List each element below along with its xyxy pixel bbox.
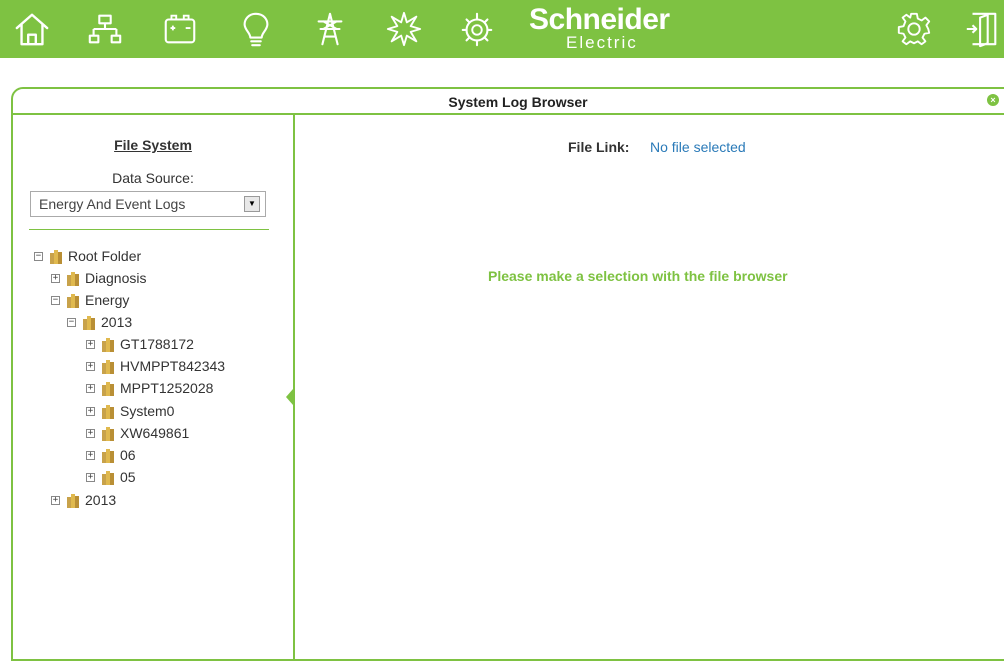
tree-item[interactable]: + GT1788172	[86, 334, 194, 354]
system-log-browser-window: System Log Browser × File System Data So…	[11, 87, 1004, 661]
folder-icon	[67, 271, 79, 286]
data-source-value: Energy And Event Logs	[39, 196, 186, 212]
power-tower-icon[interactable]	[310, 9, 350, 49]
tree-item[interactable]: + MPPT1252028	[86, 378, 213, 398]
tree-item-label: XW649861	[120, 425, 190, 441]
data-source-select[interactable]: Energy And Event Logs ▼	[30, 191, 266, 217]
tree-item[interactable]: + 06	[86, 445, 136, 465]
tree-item-label: HVMPPT842343	[120, 358, 226, 374]
folder-icon	[102, 426, 114, 441]
battery-icon[interactable]	[160, 9, 200, 49]
tree-item-label: System0	[120, 403, 175, 419]
folder-icon	[67, 493, 79, 508]
file-system-pane: File System Data Source: Energy And Even…	[13, 115, 295, 659]
file-system-title: File System	[114, 137, 192, 153]
logout-icon[interactable]	[962, 9, 1002, 49]
expand-icon[interactable]: +	[86, 406, 95, 416]
collapse-icon[interactable]: −	[67, 317, 76, 327]
expand-icon[interactable]: +	[86, 361, 95, 371]
brand-subtitle: Electric	[566, 33, 638, 52]
gear-icon[interactable]	[894, 9, 934, 49]
tree-item[interactable]: + HVMPPT842343	[86, 356, 225, 376]
expand-icon[interactable]: +	[86, 383, 95, 393]
expand-icon[interactable]: +	[51, 273, 60, 283]
chevron-down-icon[interactable]: ▼	[244, 196, 260, 212]
home-icon[interactable]	[12, 9, 52, 49]
folder-icon	[83, 315, 95, 330]
power-settings-icon[interactable]	[457, 9, 497, 49]
folder-icon	[102, 448, 114, 463]
empty-state-message: Please make a selection with the file br…	[488, 268, 788, 284]
expand-icon[interactable]: +	[86, 450, 95, 460]
tree-item-label: 06	[120, 447, 136, 463]
folder-icon	[102, 470, 114, 485]
bulb-icon[interactable]	[236, 9, 276, 49]
expand-icon[interactable]: +	[51, 495, 60, 505]
tree-item[interactable]: + 2013	[51, 490, 116, 510]
tree-item-label: 2013	[101, 314, 133, 330]
tree-item-label: 05	[120, 469, 136, 485]
tree-item[interactable]: + Diagnosis	[51, 268, 146, 288]
tree-item[interactable]: − Energy	[51, 290, 129, 310]
folder-icon	[102, 381, 114, 396]
tree-item[interactable]: + XW649861	[86, 423, 189, 443]
tree-item[interactable]: + System0	[86, 401, 174, 421]
close-icon[interactable]: ×	[987, 94, 999, 106]
divider	[29, 229, 269, 230]
tree-item-label: MPPT1252028	[120, 380, 214, 396]
collapse-icon[interactable]: −	[51, 295, 60, 305]
tree-item-label: GT1788172	[120, 336, 194, 352]
collapse-icon[interactable]: −	[34, 251, 43, 261]
expand-icon[interactable]: +	[86, 472, 95, 482]
tree-item-label: Root Folder	[68, 248, 142, 264]
folder-icon	[102, 404, 114, 419]
data-source-label: Data Source:	[112, 170, 194, 186]
expand-icon[interactable]: +	[86, 428, 95, 438]
file-link-value[interactable]: No file selected	[650, 139, 746, 155]
brand-name: Schneider	[529, 3, 670, 36]
tree-item-label: 2013	[85, 492, 117, 508]
tree-item-label: Energy	[85, 292, 130, 308]
burst-icon[interactable]	[384, 9, 424, 49]
tree-item[interactable]: − 2013	[67, 312, 132, 332]
top-nav-bar: Schneider Electric	[0, 0, 1004, 58]
schneider-electric-logo: Schneider Electric	[526, 3, 686, 57]
expand-icon[interactable]: +	[86, 339, 95, 349]
folder-icon	[50, 249, 62, 264]
tree-item[interactable]: − Root Folder	[34, 246, 141, 266]
tree-item[interactable]: + 05	[86, 467, 136, 487]
network-icon[interactable]	[85, 9, 125, 49]
tree-item-label: Diagnosis	[85, 270, 147, 286]
folder-icon	[67, 293, 79, 308]
folder-icon	[102, 337, 114, 352]
file-link-label: File Link:	[568, 139, 630, 155]
collapse-pane-handle[interactable]	[286, 389, 293, 405]
window-title: System Log Browser	[13, 89, 1004, 115]
folder-icon	[102, 359, 114, 374]
